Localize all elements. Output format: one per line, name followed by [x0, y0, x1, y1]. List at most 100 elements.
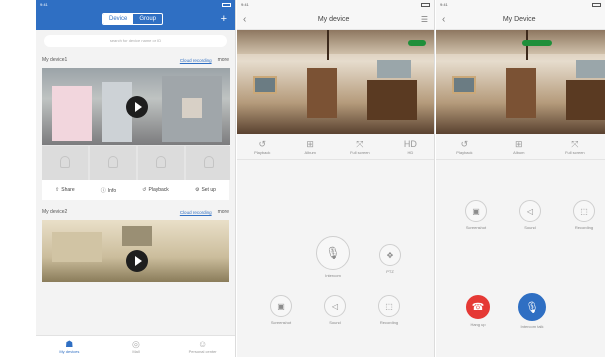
page-title: My Device: [502, 16, 536, 23]
album-button[interactable]: ⊞ Album: [513, 139, 524, 155]
nav-bar: ‹ My Device: [436, 10, 605, 30]
device-list-screen: 9:41 Device Group + search for device na…: [36, 0, 236, 357]
cloud-recording-link[interactable]: Cloud recording: [180, 58, 212, 63]
add-device-button[interactable]: +: [221, 13, 227, 25]
camera-preview-grid[interactable]: [42, 68, 230, 180]
playback-button[interactable]: ↺ Playback: [254, 139, 270, 155]
device-title: My device2: [42, 209, 68, 215]
camera-placeholder-icon: [60, 156, 70, 168]
camera-placeholder-icon: [156, 156, 166, 168]
top-header: Device Group +: [36, 10, 235, 30]
empty-channel-slot: [90, 146, 136, 180]
album-button[interactable]: ⊞ Album: [305, 139, 316, 155]
hd-icon: HD: [403, 138, 417, 149]
recording-button[interactable]: ⬚ Recording: [371, 295, 407, 325]
camera-icon: ▣: [270, 295, 292, 317]
live-video[interactable]: [436, 30, 605, 134]
fullscreen-button[interactable]: ⤧ Full screen: [565, 139, 585, 155]
device-intercom-screen: 9:41 ‹ My Device ↺ Playback ⊞ Album ⤧ Full …: [436, 0, 605, 357]
playback-icon: ↺: [142, 187, 147, 193]
status-time: 9:41: [440, 2, 448, 7]
back-icon[interactable]: ‹: [243, 14, 246, 25]
playback-icon: ↺: [460, 138, 469, 149]
status-time: 9:41: [40, 2, 48, 7]
ptz-icon: ✥: [379, 244, 401, 266]
video-toolbar: ↺ Playback ⊞ Album ⤧ Full screen HD HD: [237, 134, 434, 160]
playback-button[interactable]: ↺ Playback: [456, 139, 472, 155]
album-icon: ⊞: [306, 138, 314, 149]
signal-badge: [408, 40, 426, 46]
camera-preview-image[interactable]: [42, 220, 229, 282]
bottom-tab-bar: ☗ My devices ◎ Mall ☺ Personal center: [36, 335, 235, 357]
device-header: My device1 Cloud recording more: [36, 52, 235, 68]
info-icon: ⓘ: [100, 187, 106, 194]
battery-icon: [592, 2, 601, 8]
back-icon[interactable]: ‹: [442, 14, 445, 25]
fullscreen-button[interactable]: ⤧ Full screen: [350, 139, 370, 155]
mall-icon: ◎: [132, 339, 140, 349]
signal-badge: [522, 40, 552, 46]
empty-channel-slot: [186, 146, 230, 180]
hang-up-button[interactable]: ☎ Hang up: [460, 295, 496, 327]
live-video[interactable]: [237, 30, 434, 134]
setup-button[interactable]: ⚙ Set up: [195, 187, 216, 193]
recording-button[interactable]: ⬚ Recording: [566, 200, 602, 230]
search-input[interactable]: search for device name or ID: [44, 35, 227, 47]
video-toolbar: ↺ Playback ⊞ Album ⤧ Full screen: [436, 134, 605, 160]
share-icon: ⇧: [55, 187, 60, 193]
tab-device[interactable]: Device: [103, 14, 134, 24]
play-icon[interactable]: [126, 96, 148, 118]
device-title: My device1: [42, 57, 68, 63]
menu-icon[interactable]: ☰: [421, 15, 428, 24]
battery-icon: [421, 2, 430, 8]
record-icon: ⬚: [573, 200, 595, 222]
fullscreen-icon: ⤧: [356, 138, 364, 149]
hang-up-icon: ☎: [466, 295, 490, 319]
intercom-button[interactable]: 🎙 Intercom: [313, 236, 353, 278]
status-bar: 9:41: [436, 0, 605, 10]
tab-mall[interactable]: ◎ Mall: [106, 336, 166, 357]
share-button[interactable]: ⇧ Share: [55, 187, 75, 193]
page-title: My device: [317, 16, 350, 23]
speaker-icon: ◁: [324, 295, 346, 317]
nav-bar: ‹ My device ☰: [237, 10, 434, 30]
empty-channel-slot: [138, 146, 184, 180]
tab-personal-center[interactable]: ☺ Personal center: [173, 336, 233, 357]
ptz-button[interactable]: ✥ PTZ: [375, 244, 405, 274]
device-live-screen: 9:41 ‹ My device ☰ ↺ Playback ⊞ Album ⤧ Ful…: [237, 0, 435, 357]
gear-icon: ⚙: [194, 187, 200, 193]
speaker-icon: ◁: [519, 200, 541, 222]
sound-button[interactable]: ◁ Sound: [512, 200, 548, 230]
status-bar: 9:41: [36, 0, 235, 10]
status-bar: 9:41: [237, 0, 434, 10]
device-group-toggle: Device Group: [102, 13, 164, 25]
fullscreen-icon: ⤧: [571, 138, 579, 149]
more-link[interactable]: more: [218, 57, 229, 63]
play-icon[interactable]: [126, 250, 148, 272]
hd-button[interactable]: HD HD: [404, 139, 417, 155]
user-icon: ☗: [65, 339, 74, 349]
device-header: My device2 Cloud recording more: [36, 204, 235, 220]
talk-button[interactable]: 🎙 Intercom talk: [512, 293, 552, 329]
cloud-recording-link[interactable]: Cloud recording: [180, 210, 212, 215]
empty-channel-slot: [42, 146, 88, 180]
tab-my-devices[interactable]: ☗ My devices: [39, 336, 99, 357]
album-icon: ⊞: [515, 138, 523, 149]
camera-placeholder-icon: [204, 156, 214, 168]
screenshot-button[interactable]: ▣ Screenshot: [263, 295, 299, 325]
camera-icon: ▣: [465, 200, 487, 222]
battery-icon: [222, 2, 231, 8]
more-link[interactable]: more: [218, 209, 229, 215]
status-time: 9:41: [241, 2, 249, 7]
playback-icon: ↺: [258, 138, 266, 149]
camera-placeholder-icon: [108, 156, 118, 168]
screenshot-button[interactable]: ▣ Screenshot: [458, 200, 494, 230]
playback-button[interactable]: ↺ Playback: [142, 187, 169, 193]
device-actions: ⇧ Share ⓘ Info ↺ Playback ⚙ Set up: [42, 180, 229, 200]
profile-icon: ☺: [198, 339, 208, 349]
tab-group[interactable]: Group: [133, 14, 162, 24]
record-icon: ⬚: [378, 295, 400, 317]
info-button[interactable]: ⓘ Info: [101, 187, 116, 194]
microphone-icon: 🎙: [518, 293, 546, 321]
sound-button[interactable]: ◁ Sound: [317, 295, 353, 325]
